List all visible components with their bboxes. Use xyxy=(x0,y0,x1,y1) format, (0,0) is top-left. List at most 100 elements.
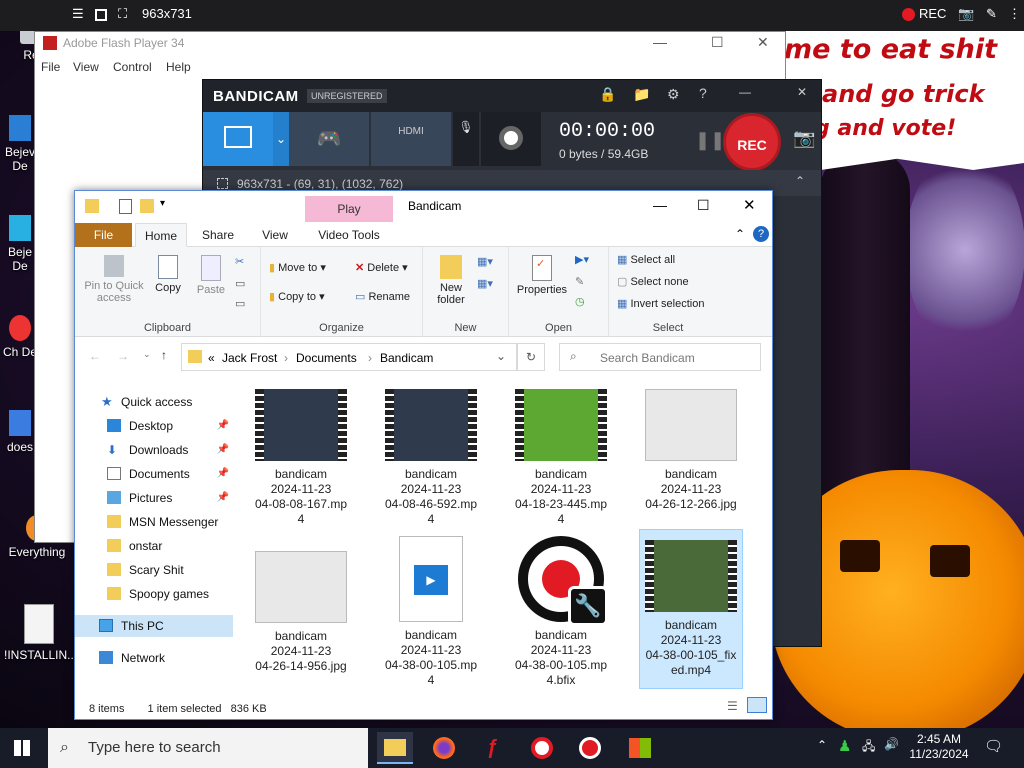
mode-dropdown[interactable]: ⌄ xyxy=(273,112,289,166)
bandicam-icon[interactable] xyxy=(524,732,560,764)
close-button[interactable]: ✕ xyxy=(757,34,769,51)
hdmi-mode-button[interactable]: HDMI xyxy=(371,112,451,166)
network-icon[interactable]: 🖧 xyxy=(862,737,875,758)
back-icon[interactable]: ← xyxy=(89,349,101,363)
file-item[interactable]: bandicam 2024-11-23 04-26-12-266.jpg xyxy=(639,389,743,512)
up-icon[interactable]: ↑ xyxy=(161,348,167,362)
tab-file[interactable]: File xyxy=(75,223,132,247)
window-icon[interactable] xyxy=(95,9,107,21)
edit-icon[interactable]: ✎ xyxy=(575,275,584,288)
delete-button[interactable]: ✕ Delete ▾ xyxy=(355,261,408,274)
menu-control[interactable]: Control xyxy=(113,60,152,74)
desktop-icon-installer[interactable]: !INSTALLIN... xyxy=(4,604,77,662)
qa-dropdown-icon[interactable]: ▾ xyxy=(160,198,165,209)
cut-icon[interactable]: ✂ xyxy=(235,255,244,268)
tab-share[interactable]: Share xyxy=(197,223,239,247)
notifications-icon[interactable]: 🗨 xyxy=(984,737,1003,755)
windows-start-icon[interactable] xyxy=(14,740,30,756)
collapse-ribbon-icon[interactable]: ⌃ xyxy=(735,227,745,241)
volume-icon[interactable]: 🔊 xyxy=(884,737,899,751)
file-item-selected[interactable]: bandicam 2024-11-23 04-38-00-105_fix ed.mp4 xyxy=(639,529,743,689)
recent-dropdown-icon[interactable]: ⌄ xyxy=(143,349,151,360)
pin-quick-access-button[interactable]: Pin to Quick access xyxy=(81,255,147,304)
flash-player-icon[interactable]: ƒ xyxy=(474,732,510,764)
large-icons-view-icon[interactable] xyxy=(747,697,767,713)
select-all-button[interactable]: ▦ Select all xyxy=(617,253,675,266)
screen-mode-button[interactable] xyxy=(203,112,273,166)
minimize-button[interactable]: — xyxy=(739,85,751,99)
address-dropdown-icon[interactable]: ⌄ xyxy=(496,349,506,363)
lock-icon[interactable]: 🔒 xyxy=(599,86,616,103)
folder-icon[interactable]: 📁 xyxy=(633,86,650,103)
new-item-icon[interactable]: ▦▾ xyxy=(477,255,493,268)
region-select-icon[interactable]: ⛶ xyxy=(118,6,127,22)
file-item[interactable]: 🔧 bandicam 2024-11-23 04-38-00-105.mp 4.bfi… xyxy=(509,536,613,688)
history-icon[interactable]: ◷ xyxy=(575,295,585,308)
game-mode-button[interactable]: 🎮 xyxy=(289,112,369,166)
help-icon[interactable]: ? xyxy=(753,226,769,242)
file-item[interactable]: bandicam 2024-11-23 04-08-08-167.mp 4 xyxy=(249,389,353,527)
menu-file[interactable]: File xyxy=(41,60,60,74)
breadcrumb-documents[interactable]: Documents xyxy=(296,351,357,365)
file-explorer-taskbar-icon[interactable] xyxy=(377,732,413,764)
menu-view[interactable]: View xyxy=(73,60,99,74)
search-input[interactable]: ⌕ Search Bandicam xyxy=(559,343,761,371)
copy-path-icon[interactable]: ▭ xyxy=(235,277,245,290)
nav-desktop[interactable]: Desktop 📌 xyxy=(75,415,233,437)
clock[interactable]: 2:45 AM 11/23/2024 xyxy=(908,732,970,762)
nav-msn-messenger[interactable]: MSN Messenger xyxy=(75,511,233,533)
address-bar[interactable]: « Jack Frost › Documents › Bandicam ⌄ xyxy=(181,343,517,371)
nav-documents[interactable]: Documents 📌 xyxy=(75,463,233,485)
pencil-icon[interactable]: ✎ xyxy=(986,6,997,22)
tab-video-tools[interactable]: Video Tools xyxy=(311,223,387,247)
breadcrumb-overflow[interactable]: « xyxy=(208,351,215,365)
firefox-icon[interactable] xyxy=(426,732,462,764)
file-item[interactable]: ▶ bandicam 2024-11-23 04-38-00-105.mp 4 xyxy=(379,536,483,688)
mic-toggle[interactable]: 🎙 xyxy=(453,112,479,166)
close-button[interactable]: ✕ xyxy=(743,196,756,214)
select-none-button[interactable]: ▢ Select none xyxy=(617,275,689,288)
paste-shortcut-icon[interactable]: ▭ xyxy=(235,297,245,310)
contextual-tab-play[interactable]: Play xyxy=(305,196,393,222)
webcam-button[interactable] xyxy=(481,112,541,166)
copy-to-button[interactable]: ▮ Copy to ▾ xyxy=(269,290,325,303)
collapse-icon[interactable]: ⌃ xyxy=(795,174,805,188)
open-icon[interactable]: ▶▾ xyxy=(575,253,589,266)
paste-button[interactable]: Paste xyxy=(191,255,231,296)
easy-access-icon[interactable]: ▦▾ xyxy=(477,277,493,290)
move-to-button[interactable]: ▮ Move to ▾ xyxy=(269,261,326,274)
microsoft-store-icon[interactable] xyxy=(622,732,658,764)
tab-home[interactable]: Home xyxy=(135,223,187,247)
pause-icon[interactable]: ❚❚ xyxy=(695,130,725,151)
minimize-button[interactable]: — xyxy=(653,197,667,213)
nav-scary-shit[interactable]: Scary Shit xyxy=(75,559,233,581)
nav-onstar[interactable]: onstar xyxy=(75,535,233,557)
new-folder-button[interactable]: New folder xyxy=(431,255,471,306)
bandifix-icon[interactable] xyxy=(572,732,608,764)
help-icon[interactable]: ? xyxy=(699,85,707,101)
rec-button[interactable]: REC xyxy=(723,113,781,171)
copy-button[interactable]: Copy xyxy=(151,255,185,294)
close-button[interactable]: ✕ xyxy=(797,85,807,99)
tab-view[interactable]: View xyxy=(255,223,295,247)
properties-qa-icon[interactable] xyxy=(119,199,132,214)
file-item[interactable]: bandicam 2024-11-23 04-26-14-956.jpg xyxy=(249,551,353,674)
file-item[interactable]: bandicam 2024-11-23 04-08-46-592.mp 4 xyxy=(379,389,483,527)
new-folder-qa-icon[interactable] xyxy=(140,199,154,213)
details-view-icon[interactable]: ☰ xyxy=(727,699,738,713)
rename-button[interactable]: ▭ Rename xyxy=(355,290,410,303)
forward-icon[interactable]: → xyxy=(117,349,129,363)
rec-label[interactable]: REC xyxy=(919,6,946,21)
breadcrumb-jack-frost[interactable]: Jack Frost xyxy=(222,351,277,365)
nav-network[interactable]: Network xyxy=(75,647,233,669)
settings-icon[interactable]: ⚙ xyxy=(667,86,680,103)
show-hidden-icons[interactable]: ⌃ xyxy=(817,738,827,752)
overflow-icon[interactable]: ⋮ xyxy=(1008,6,1021,22)
properties-button[interactable]: ✓ Properties xyxy=(513,255,571,296)
maximize-button[interactable]: ☐ xyxy=(697,197,710,214)
maximize-button[interactable]: ☐ xyxy=(711,34,724,51)
nav-quick-access[interactable]: ★ Quick access xyxy=(75,391,233,413)
refresh-button[interactable]: ↻ xyxy=(517,343,545,371)
camera-icon[interactable]: 📷 xyxy=(958,6,974,22)
file-item[interactable]: bandicam 2024-11-23 04-18-23-445.mp 4 xyxy=(509,389,613,527)
